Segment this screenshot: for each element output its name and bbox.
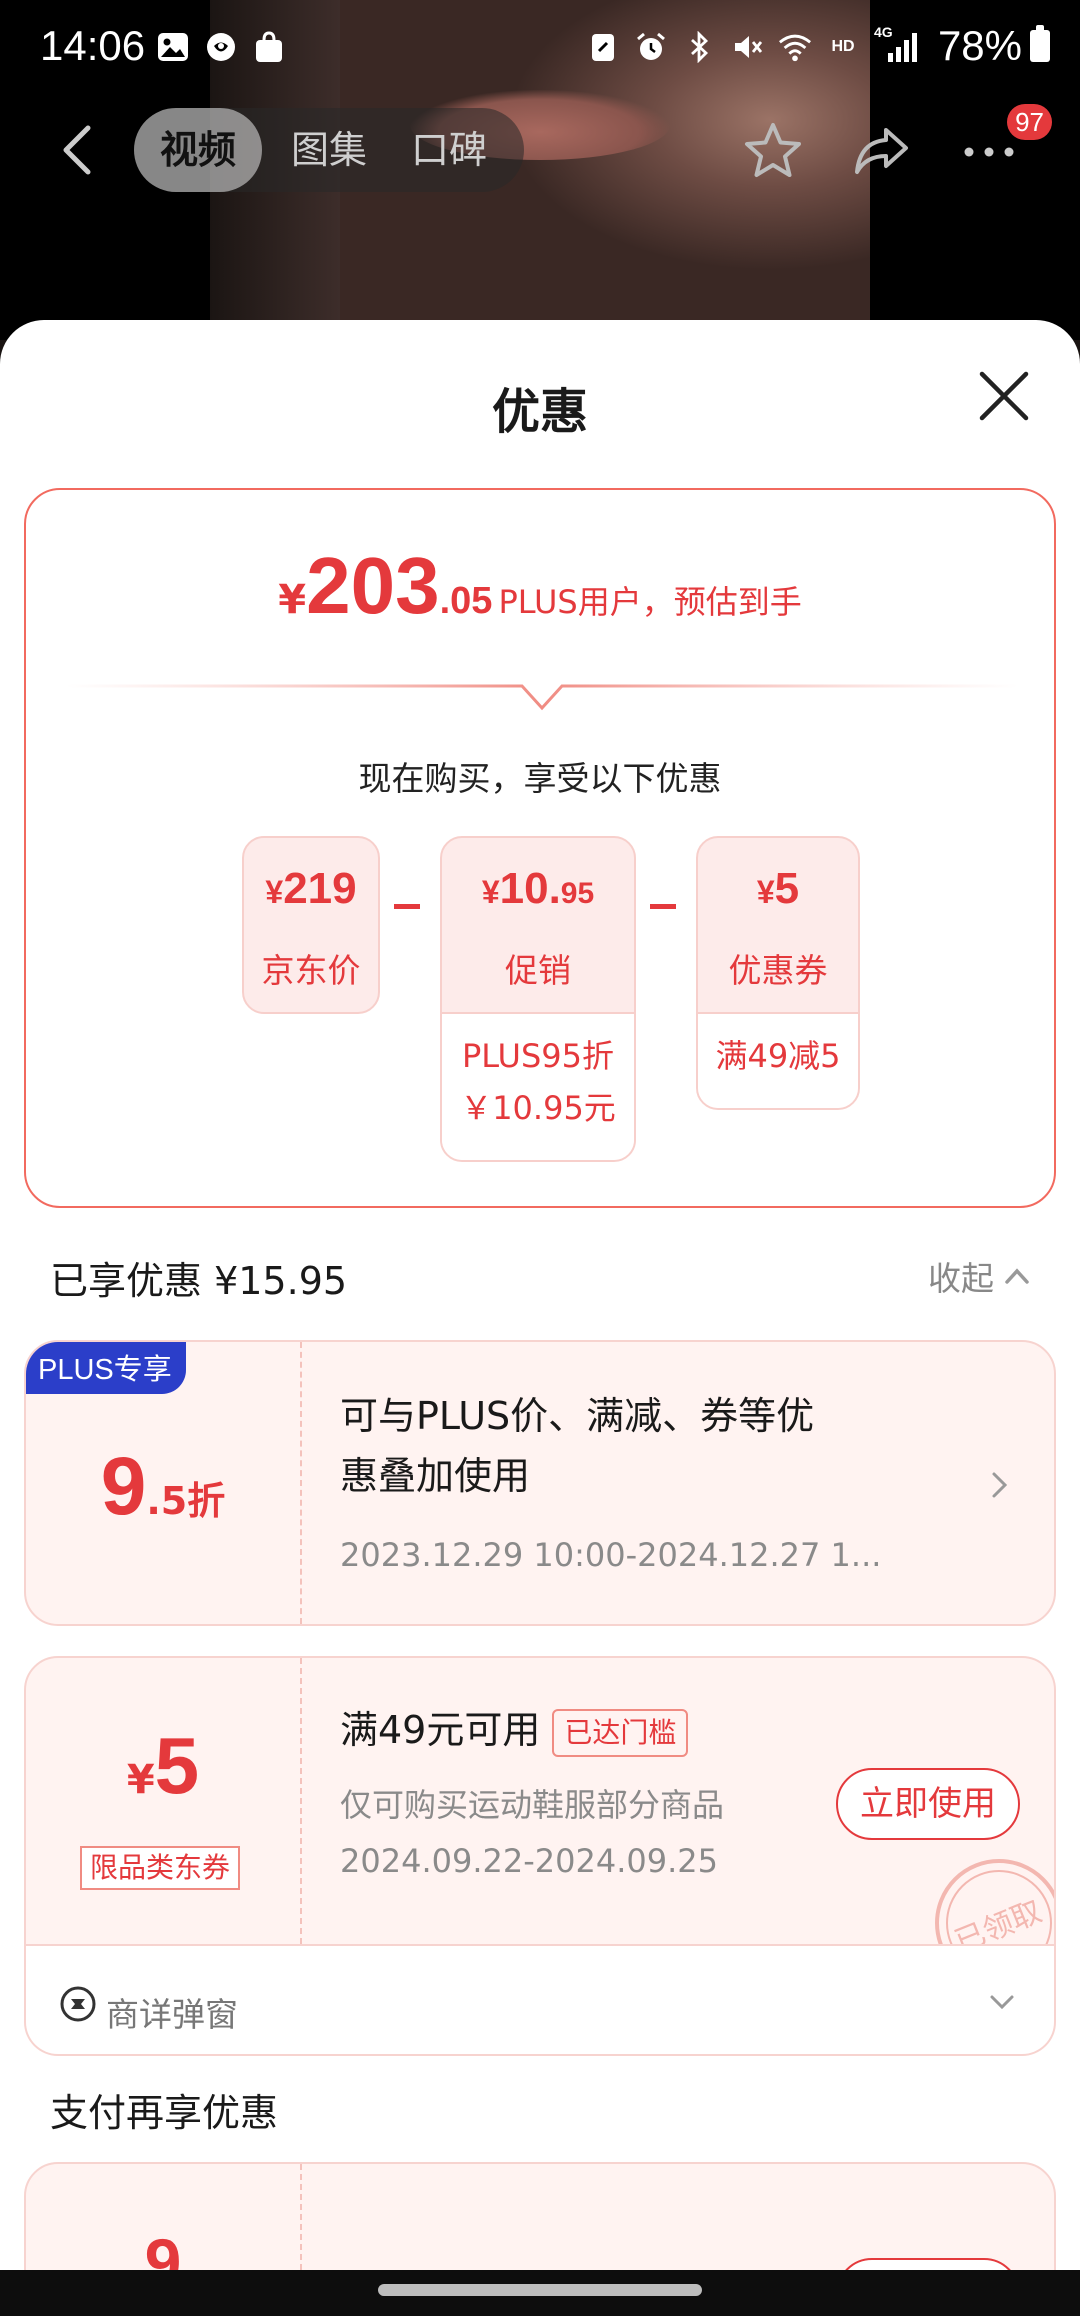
product-detail-popup-row[interactable]: 商详弹窗 <box>24 1946 1056 2056</box>
shopping-bag-icon <box>252 30 286 64</box>
category-coupon: ¥5 限品类东券 满49元可用 已达门槛 仅可购买运动鞋服部分商品 2024.09… <box>24 1656 1056 1946</box>
minus-sign <box>650 904 676 909</box>
battery-icon <box>1030 25 1050 62</box>
sheet-title: 优惠 <box>491 384 588 440</box>
amount-decimal: 95 <box>560 877 595 910</box>
tab-reviews[interactable]: 口碑 <box>404 108 494 192</box>
price-summary-card: ¥203.05 PLUS用户，预估到手 现在购买，享受以下优惠 ¥219 京东价 … <box>24 488 1056 1208</box>
coupon-amount: ¥5 <box>26 1720 300 1812</box>
alarm-icon <box>634 30 668 64</box>
home-indicator[interactable] <box>378 2284 702 2296</box>
popup-icon <box>60 1986 96 2022</box>
coupon-box: ¥5 优惠券 满49减5 <box>696 836 860 1110</box>
share-icon[interactable] <box>850 120 912 182</box>
wifi-icon <box>778 30 812 64</box>
discount-unit: .5折 <box>146 1479 226 1523</box>
coupon-title-line: 惠叠加使用 <box>340 1454 531 1498</box>
currency-symbol: ¥ <box>126 1757 155 1803</box>
coupon-detail-line: 满49减5 <box>715 1037 841 1075</box>
status-bar: 14:06 HD 4G 78% <box>0 0 1080 96</box>
minus-sign <box>394 904 420 909</box>
amount: 219 <box>283 864 357 913</box>
coupon-label: 优惠券 <box>728 951 828 990</box>
promotion-box: ¥10.95 促销 PLUS95折 ￥10.95元 <box>440 836 636 1162</box>
plus-discount-coupon[interactable]: 9.5折 PLUS专享 可与PLUS价、满减、券等优 惠叠加使用 2023.12… <box>24 1340 1056 1626</box>
tab-gallery[interactable]: 图集 <box>284 108 374 192</box>
gallery-icon <box>156 30 190 64</box>
currency-symbol: ¥ <box>278 577 307 623</box>
claimed-stamp: 已领取 <box>935 1859 1054 1946</box>
coupon-title: 可与PLUS价、满减、券等优 惠叠加使用 <box>340 1386 814 1506</box>
use-now-button[interactable]: 立即使用 <box>836 1768 1020 1840</box>
coupon-title: 满49元可用 已达门槛 <box>340 1700 689 1760</box>
price-decimal: .05 <box>439 580 493 622</box>
currency-symbol: ¥ <box>481 874 500 910</box>
coupon-title-line: 可与PLUS价、满减、券等优 <box>340 1394 815 1438</box>
category-coupon-tag: 限品类东券 <box>80 1846 241 1890</box>
coupon-amount-value: 5 <box>154 1721 200 1810</box>
coupon-value: ¥5 <box>698 864 858 914</box>
back-button[interactable] <box>52 120 108 180</box>
payment-discount-card[interactable]: 9 <box>24 2162 1056 2270</box>
amount: 10. <box>499 864 561 913</box>
media-tabs: 视频 图集 口碑 <box>134 108 524 192</box>
coupon-threshold: 满49元可用 <box>340 1708 541 1752</box>
battery-level: 78% <box>937 22 1022 69</box>
hd-icon: HD <box>831 38 855 55</box>
message-count-badge: 97 <box>1007 104 1052 140</box>
promotion-detail: PLUS95折 ￥10.95元 <box>442 1012 634 1160</box>
promotion-detail-line: ￥10.95元 <box>460 1089 616 1127</box>
nfc-icon <box>586 30 620 64</box>
jd-price-box: ¥219 京东价 <box>242 836 380 1014</box>
chevron-down-icon <box>990 1995 1014 2010</box>
discount-sheet: 优惠 ¥203.05 PLUS用户，预估到手 现在购买，享受以下优惠 ¥219 京… <box>0 320 1080 2270</box>
coupon-detail: 满49减5 <box>698 1012 858 1108</box>
network-type: 4G <box>874 24 893 40</box>
system-navigation-bar <box>0 2270 1080 2316</box>
stamp-text: 已领取 <box>950 1894 1047 1946</box>
vpn-icon <box>204 30 238 64</box>
status-time: 14:06 <box>40 22 146 69</box>
estimated-price: ¥203.05 PLUS用户，预估到手 <box>26 540 1054 632</box>
payment-discount-value: 9 <box>144 2225 182 2270</box>
jd-price-label: 京东价 <box>261 951 361 990</box>
promotion-label: 促销 <box>505 951 571 990</box>
coupon-left-section: ¥5 限品类东券 <box>26 1658 302 1944</box>
chevron-up-icon <box>1005 1268 1029 1284</box>
discount-integer: 9 <box>100 1441 147 1532</box>
tab-video[interactable]: 视频 <box>134 108 262 192</box>
mute-icon <box>730 30 764 64</box>
currency-symbol: ¥ <box>756 874 775 910</box>
payment-discount-title: 支付再享优惠 <box>50 2091 279 2135</box>
summary-divider <box>66 684 1018 711</box>
enjoyed-discount-total: 已享优惠 ¥15.95 <box>50 1259 348 1303</box>
collapse-button[interactable]: 收起 <box>928 1252 1030 1300</box>
signal-4g-icon: 4G <box>874 24 920 64</box>
media-nav-bar: 视频 图集 口碑 97 <box>0 100 1080 200</box>
jd-price-value: ¥219 <box>244 864 378 914</box>
favorite-star-icon[interactable] <box>742 120 804 182</box>
summary-subtitle: 现在购买，享受以下优惠 <box>358 759 722 798</box>
price-label: PLUS用户，预估到手 <box>498 583 802 621</box>
promotion-detail-line: PLUS95折 <box>462 1037 614 1075</box>
discount-rate: 9.5折 <box>26 1440 300 1534</box>
bluetooth-icon <box>682 30 716 64</box>
threshold-reached-badge: 已达门槛 <box>552 1708 689 1757</box>
amount: 5 <box>774 864 800 913</box>
close-button[interactable] <box>976 368 1032 424</box>
detail-popup-label: 商详弹窗 <box>106 1995 238 2034</box>
collapse-label: 收起 <box>928 1259 994 1298</box>
payment-action-button[interactable] <box>836 2258 1020 2270</box>
coupon-left-section: 9 <box>26 2164 302 2270</box>
chevron-right-icon[interactable] <box>984 1470 1014 1500</box>
coupon-validity: 2023.12.29 10:00-2024.12.27 1... <box>340 1536 882 1574</box>
currency-symbol: ¥ <box>265 874 284 910</box>
promotion-value: ¥10.95 <box>442 864 634 914</box>
coupon-scope: 仅可购买运动鞋服部分商品 <box>340 1786 725 1824</box>
battery-indicator: 78% <box>938 22 1050 70</box>
plus-exclusive-tag: PLUS专享 <box>26 1342 186 1394</box>
coupon-validity: 2024.09.22-2024.09.25 <box>340 1842 718 1880</box>
price-integer: 203 <box>306 541 440 630</box>
